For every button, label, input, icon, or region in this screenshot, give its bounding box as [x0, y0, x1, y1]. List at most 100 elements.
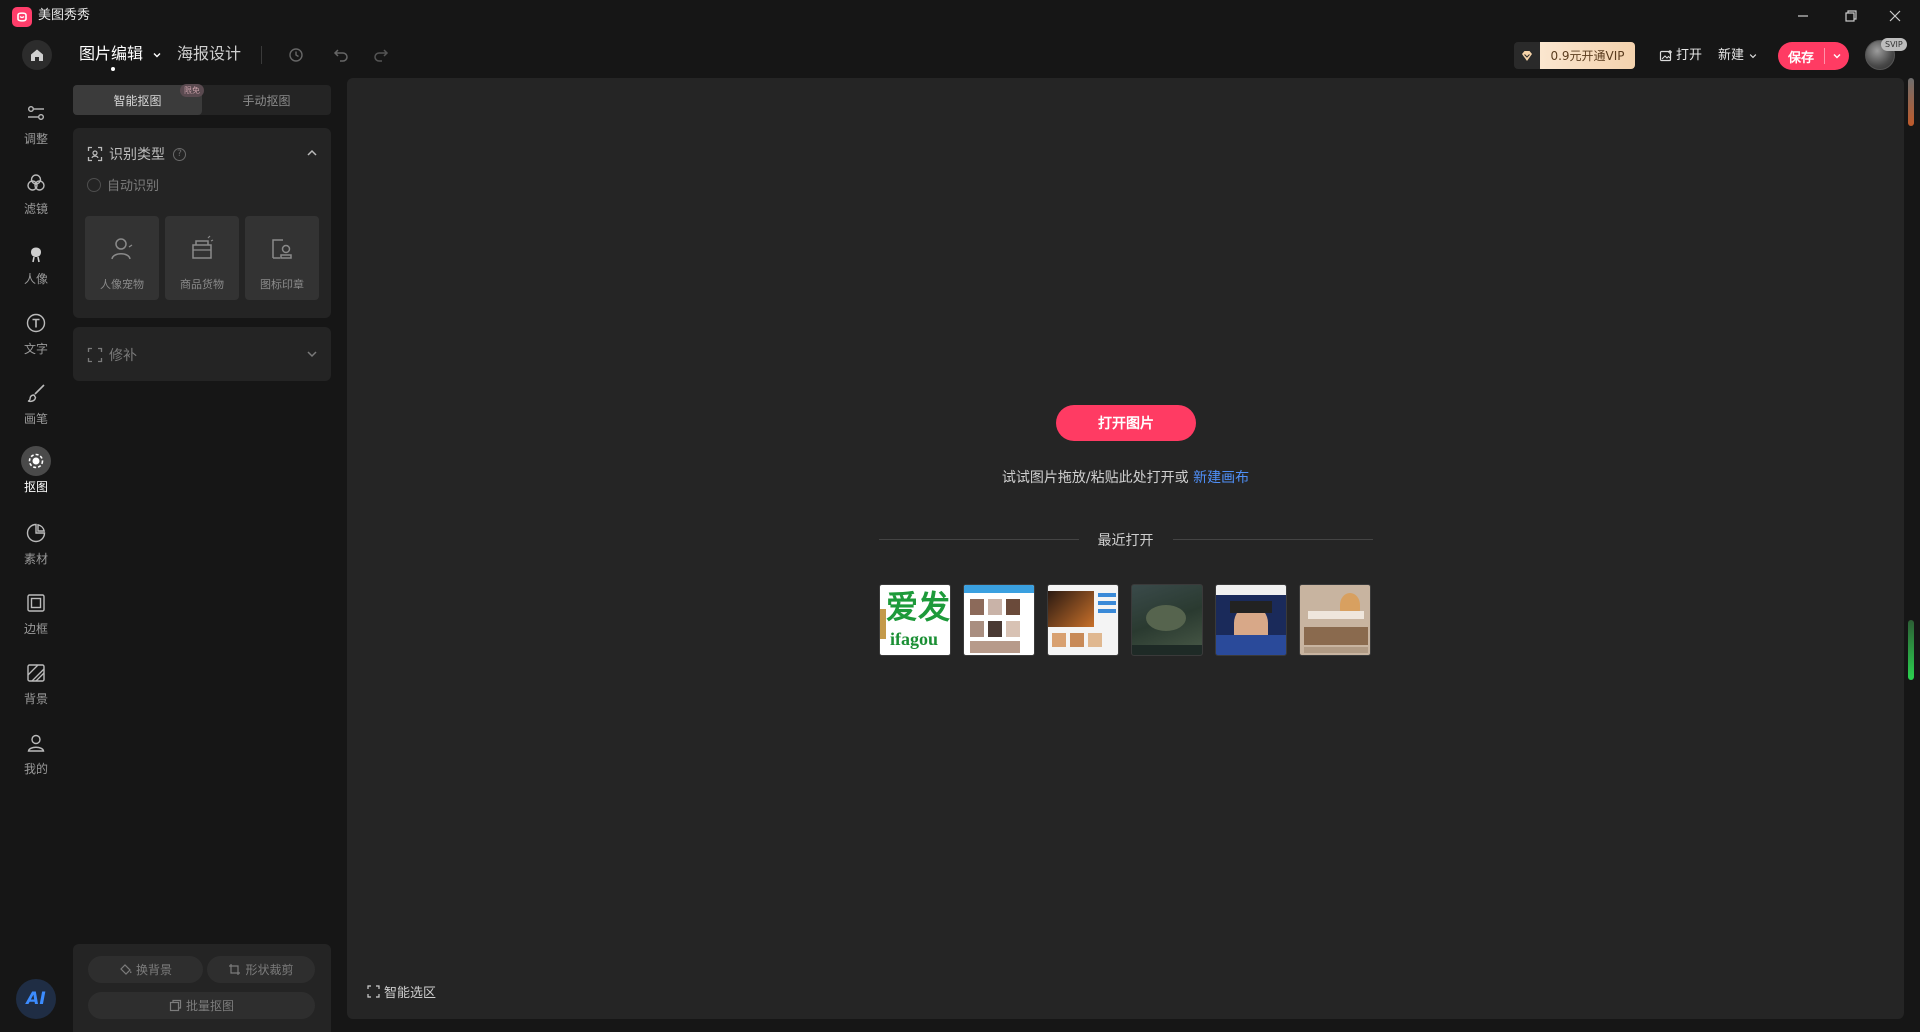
open-image-icon: [1659, 49, 1672, 61]
cutout-icon: [21, 446, 51, 476]
repair-header: 修补: [87, 345, 137, 365]
open-button[interactable]: 打开: [1659, 47, 1702, 64]
minimize-icon: [1798, 15, 1808, 17]
type-card-stamp[interactable]: 图标印章: [245, 216, 319, 300]
restore-button[interactable]: [1828, 0, 1874, 32]
undo-icon: [333, 49, 348, 62]
chevron-down-icon: [1749, 53, 1757, 58]
active-tab-indicator: [111, 67, 115, 71]
rail-item-frame[interactable]: 边框: [0, 588, 72, 646]
vip-button[interactable]: 0.9元开通VIP: [1514, 42, 1635, 69]
rail-item-sticker[interactable]: 素材: [0, 518, 72, 576]
home-icon: [31, 49, 43, 61]
rail-item-background[interactable]: 背景: [0, 658, 72, 716]
recent-thumb[interactable]: [1131, 584, 1203, 656]
background-icon: [21, 658, 51, 688]
replace-background-label: 换背景: [135, 963, 172, 977]
rail-label: 我的: [23, 762, 48, 776]
tab-image-edit-label: 图片编辑: [79, 44, 144, 63]
restore-icon: [1845, 10, 1857, 22]
sticker-icon: [21, 518, 51, 548]
thumb-caption: 爱发: [886, 588, 951, 626]
rail-label: 画笔: [23, 412, 48, 426]
recent-thumb[interactable]: 爱发 ifagou: [879, 584, 951, 656]
title-bar: 美图秀秀: [0, 0, 1920, 32]
app-logo-icon: [12, 7, 32, 27]
text-icon: [21, 308, 51, 338]
tab-poster-design-label: 海报设计: [177, 44, 242, 63]
save-label: 保存: [1787, 50, 1814, 66]
history-button[interactable]: [278, 43, 314, 67]
repair-panel[interactable]: 修补: [73, 327, 331, 381]
recent-thumb[interactable]: [963, 584, 1035, 656]
tab-image-edit[interactable]: 图片编辑: [79, 44, 162, 64]
brush-icon: [21, 378, 51, 408]
rail-label: 人像: [23, 272, 48, 286]
filter-icon: [21, 168, 51, 198]
save-dropdown-button[interactable]: [1825, 51, 1849, 61]
save-button[interactable]: 保存: [1778, 42, 1849, 70]
rail-item-portrait[interactable]: 人像: [0, 238, 72, 296]
auto-recognize-radio[interactable]: [87, 177, 101, 192]
chevron-down-icon: [1833, 54, 1841, 59]
open-image-button[interactable]: 打开图片: [1056, 405, 1196, 441]
drop-hint-text: 试试图片拖放/粘贴此处打开或: [1001, 470, 1194, 486]
stamp-icon: [272, 239, 292, 259]
crop-icon: [229, 964, 241, 975]
scroll-indicator: [1908, 620, 1914, 680]
ai-button[interactable]: AI: [16, 979, 56, 1019]
chevron-up-icon[interactable]: [305, 146, 319, 160]
recognition-type-title: 识别类型: [109, 147, 165, 163]
repair-frame-icon: [87, 347, 103, 363]
rail-item-mine[interactable]: 我的: [0, 728, 72, 786]
shape-crop-button[interactable]: 形状裁剪: [207, 956, 315, 983]
auto-recognize-option[interactable]: 自动识别: [87, 175, 159, 194]
divider: [1173, 539, 1373, 540]
rail-label: 背景: [23, 692, 48, 706]
replace-background-button[interactable]: 换背景: [88, 956, 203, 983]
close-button[interactable]: [1872, 0, 1918, 32]
rail-label: 调整: [23, 132, 48, 146]
rail-label: 文字: [23, 342, 48, 356]
app-title: 美图秀秀: [38, 8, 91, 23]
rail-item-adjust[interactable]: 调整: [0, 98, 72, 156]
redo-button[interactable]: [369, 43, 393, 67]
shape-crop-label: 形状裁剪: [245, 963, 294, 977]
smart-select-button[interactable]: 智能选区: [367, 982, 436, 1001]
smart-select-label: 智能选区: [384, 986, 437, 1001]
cutout-tools-panel: 换背景 形状裁剪 批量抠图: [73, 944, 331, 1032]
vip-label: 0.9元开通VIP: [1540, 42, 1635, 69]
rail-label: 边框: [23, 622, 48, 636]
recent-thumb[interactable]: [1215, 584, 1287, 656]
tab-manual-cutout-label: 手动抠图: [242, 93, 291, 108]
type-card-label: 人像宠物: [100, 278, 144, 291]
help-icon[interactable]: ?: [173, 147, 186, 161]
recent-thumb[interactable]: [1299, 584, 1371, 656]
rail-item-text[interactable]: 文字: [0, 308, 72, 366]
ai-label: AI: [26, 989, 46, 1009]
new-button[interactable]: 新建: [1718, 47, 1761, 64]
canvas-area[interactable]: 打开图片 试试图片拖放/粘贴此处打开或 新建画布 最近打开 爱发 ifagou: [347, 78, 1904, 1019]
rail-item-brush[interactable]: 画笔: [0, 378, 72, 436]
svip-badge: SVIP: [1881, 38, 1907, 51]
box-icon: [192, 235, 214, 259]
type-card-goods[interactable]: 商品货物: [165, 216, 239, 300]
batch-cutout-button[interactable]: 批量抠图: [88, 992, 315, 1019]
rail-item-filter[interactable]: 滤镜: [0, 168, 72, 226]
history-icon: [289, 48, 303, 62]
chevron-down-icon[interactable]: [305, 347, 319, 361]
user-icon: [21, 728, 51, 758]
repair-title: 修补: [109, 348, 137, 364]
tab-poster-design[interactable]: 海报设计: [177, 44, 241, 64]
recent-thumb[interactable]: [1047, 584, 1119, 656]
home-button[interactable]: [22, 40, 52, 70]
type-card-label: 商品货物: [180, 278, 224, 291]
undo-button[interactable]: [329, 43, 353, 67]
minimize-button[interactable]: [1780, 0, 1826, 32]
type-card-portrait-pet[interactable]: 人像宠物: [85, 216, 159, 300]
batch-cutout-label: 批量抠图: [185, 999, 234, 1013]
tab-manual-cutout[interactable]: 手动抠图: [202, 85, 331, 115]
recognition-type-panel: 识别类型 ? 自动识别 人像宠物 商品货物 图标印章: [73, 128, 331, 318]
rail-item-cutout[interactable]: 抠图: [0, 446, 72, 504]
new-canvas-link[interactable]: 新建画布: [1193, 470, 1249, 486]
